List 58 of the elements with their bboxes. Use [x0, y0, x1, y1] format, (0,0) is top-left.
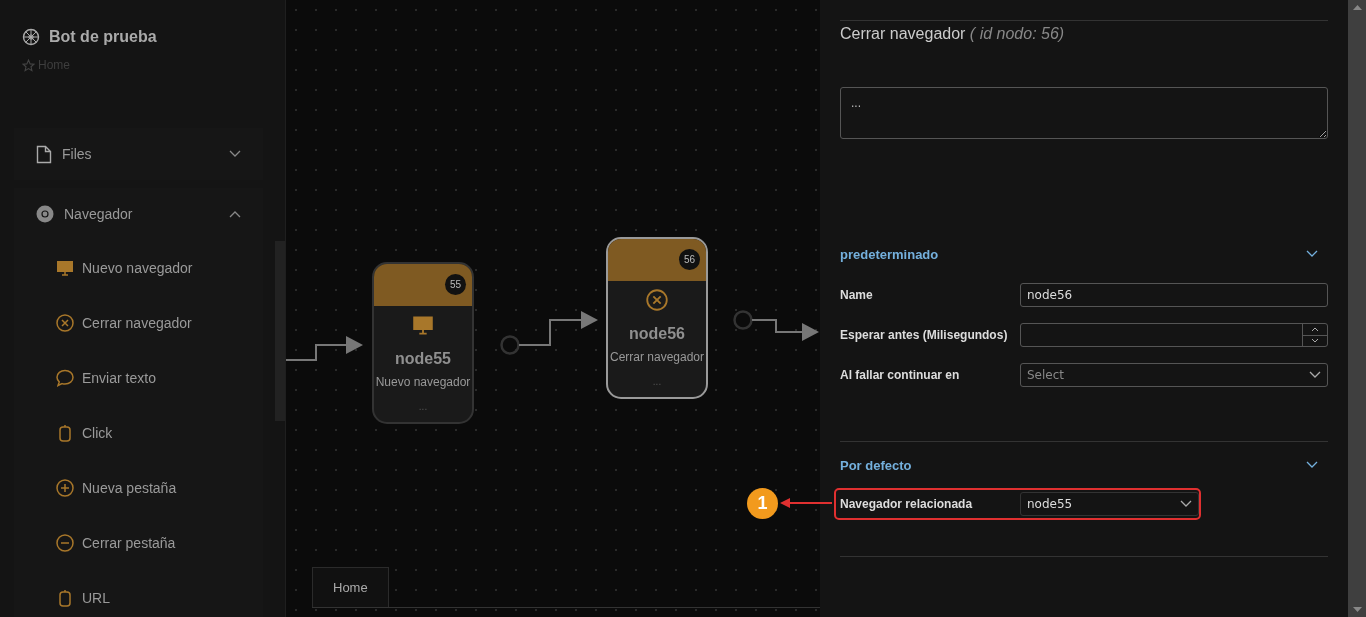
scroll-up-icon[interactable] [1352, 5, 1362, 10]
chevron-up-icon[interactable] [229, 210, 241, 218]
chevron-down-icon[interactable] [229, 150, 241, 158]
sidebar-item[interactable]: Nueva pestaña [82, 479, 177, 496]
connector-arrow [751, 319, 819, 341]
flow-node[interactable]: 55 node55 Nuevo navegador ... [372, 262, 474, 424]
sidebar-item[interactable]: Enviar texto [82, 369, 156, 386]
node-description: ... [418, 401, 428, 412]
text-field[interactable]: node56 [1020, 283, 1328, 307]
node-label: Cerrar navegador [609, 350, 705, 364]
close-circle-icon [646, 289, 668, 311]
wheel-icon [22, 28, 40, 46]
sidebar-group-header[interactable]: Navegador [14, 188, 263, 240]
field-label: Esperar antes (Milisegundos) [840, 328, 1009, 342]
callout-arrow [780, 498, 832, 508]
field-label: Name [840, 288, 874, 302]
file-icon [36, 144, 52, 164]
chevron-down-icon[interactable] [1306, 461, 1318, 469]
node-id-badge: 56 [679, 249, 700, 270]
number-field[interactable] [1020, 323, 1328, 347]
scrollbar[interactable] [275, 241, 285, 421]
scrollbar[interactable] [1348, 0, 1366, 617]
description-field[interactable]: ... [840, 87, 1328, 139]
browser-icon [36, 205, 54, 223]
chevron-down-icon[interactable] [1306, 250, 1318, 258]
mouse-icon [56, 423, 74, 442]
sidebar-item[interactable]: Cerrar pestaña [82, 534, 176, 551]
chevron-down-icon[interactable] [1309, 371, 1321, 379]
node-id-badge: 55 [445, 274, 466, 295]
select-field[interactable]: Select [1020, 363, 1328, 387]
panel-title: Cerrar navegador ( id nodo: 56) [840, 25, 1065, 42]
project-title: Bot de prueba [49, 28, 157, 46]
star-icon[interactable] [22, 58, 35, 72]
minus-circle-icon [56, 533, 74, 552]
node-label: Nuevo navegador [375, 375, 471, 389]
node-name: node56 [629, 325, 685, 343]
section-header[interactable]: Por defecto [840, 457, 912, 473]
canvas-tab[interactable]: Home [312, 567, 389, 607]
sidebar-item[interactable]: Click [82, 424, 113, 441]
sidebar-item[interactable]: Nuevo navegador [82, 259, 193, 276]
close-circle-icon [56, 313, 74, 332]
sidebar-item[interactable]: URL [82, 589, 110, 606]
scroll-down-icon[interactable] [1352, 607, 1362, 612]
mouse-icon [56, 588, 74, 607]
field-label: Navegador relacionada [840, 497, 974, 511]
node-description: ... [652, 376, 662, 387]
field-label: Al fallar continuar en [840, 368, 961, 382]
select-field[interactable]: node55 [1020, 492, 1199, 516]
flow-node[interactable]: 56 node56 Cerrar navegador ... [606, 237, 708, 399]
monitor-icon [412, 314, 434, 336]
node-name: node55 [395, 350, 451, 368]
section-header[interactable]: predeterminado [840, 246, 939, 262]
plus-circle-icon [56, 478, 74, 497]
monitor-icon [56, 258, 74, 277]
chevron-down-icon[interactable] [1180, 500, 1192, 508]
chat-bubble-icon [56, 368, 74, 387]
sidebar-item[interactable]: Cerrar navegador [82, 314, 192, 331]
sidebar-group-header[interactable]: Files [14, 128, 263, 180]
